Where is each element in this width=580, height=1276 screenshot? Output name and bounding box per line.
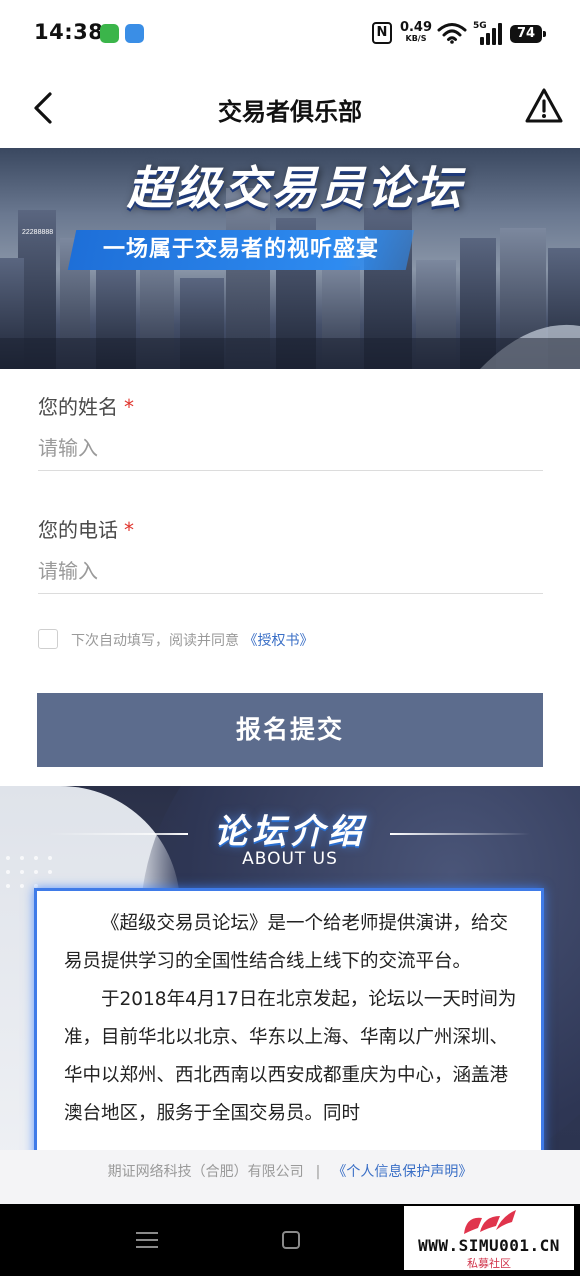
- authorization-link[interactable]: 《授权书》: [243, 633, 313, 649]
- warning-icon[interactable]: [524, 86, 564, 126]
- phone-input[interactable]: [38, 548, 543, 594]
- submit-button[interactable]: 报名提交: [37, 693, 543, 767]
- consent-checkbox[interactable]: [38, 629, 58, 649]
- messages-app-icon: [100, 24, 119, 43]
- name-input[interactable]: [38, 425, 543, 471]
- wifi-icon: [437, 23, 467, 44]
- about-paragraph: 于2018年4月17日在北京发起，论坛以一天时间为准，目前华北以北京、华东以上海…: [64, 989, 517, 1124]
- watermark-logo-icon: [464, 1210, 516, 1234]
- page-title: 交易者俱乐部: [218, 98, 362, 126]
- phone-label-text: 您的电话: [38, 518, 118, 542]
- registration-form: 您的姓名* 您的电话* 下次自动填写，阅读并同意 《授权书》 报名提交: [0, 369, 580, 786]
- consent-text: 下次自动填写，阅读并同意 《授权书》: [71, 630, 313, 650]
- network-speed: 0.49 KB/S: [399, 21, 433, 44]
- watermark-label: 私募社区: [467, 1257, 511, 1270]
- banner-subtitle: 一场属于交易者的视听盛宴: [102, 237, 379, 262]
- watermark: WWW.SIMU001.CN 私募社区: [404, 1206, 574, 1270]
- banner-title: 超级交易员论坛: [127, 161, 463, 215]
- required-mark: *: [124, 518, 134, 542]
- banner-subtitle-ribbon: 一场属于交易者的视听盛宴: [67, 230, 415, 270]
- nav-bar: 交易者俱乐部: [0, 68, 580, 148]
- building-sign: 22288888: [22, 229, 53, 236]
- footer: 期证网络科技（合肥）有限公司 | 《个人信息保护声明》: [0, 1150, 580, 1204]
- privacy-link[interactable]: 《个人信息保护声明》: [332, 1164, 472, 1180]
- name-label-text: 您的姓名: [38, 395, 118, 419]
- about-subtitle: ABOUT US: [242, 849, 338, 869]
- footer-separator: |: [315, 1164, 321, 1180]
- status-time: 14:38: [34, 20, 104, 44]
- home-icon[interactable]: [282, 1231, 300, 1249]
- hero-banner: 22288888 超级交易员论坛 一场属于交易者的视听盛宴: [0, 148, 580, 369]
- network-speed-value: 0.49: [399, 20, 433, 35]
- watermark-url: WWW.SIMU001.CN: [418, 1236, 560, 1255]
- about-section: 论坛介绍 ABOUT US 《超级交易员论坛》是一个给老师提供演讲，给交易员提供…: [0, 786, 580, 1150]
- required-mark: *: [124, 395, 134, 419]
- menu-icon[interactable]: [136, 1232, 158, 1250]
- consent-label: 下次自动填写，阅读并同意: [71, 633, 239, 649]
- about-card: 《超级交易员论坛》是一个给老师提供演讲，给交易员提供学习的全国性结合线上线下的交…: [34, 888, 544, 1150]
- phone-field-label: 您的电话 *: [38, 514, 134, 543]
- weather-app-icon: [125, 24, 144, 43]
- signal-icon: 5G: [473, 21, 503, 45]
- network-type: 5G: [473, 21, 487, 31]
- status-bar: 14:38 N 0.49 KB/S 5G 74: [0, 0, 580, 68]
- network-speed-unit: KB/S: [405, 34, 427, 43]
- name-field-label: 您的姓名 *: [38, 391, 134, 420]
- company-name: 期证网络科技（合肥）有限公司: [107, 1164, 304, 1180]
- about-title: 论坛介绍: [214, 812, 366, 852]
- battery-icon: 74: [510, 25, 546, 43]
- nfc-icon: N: [372, 22, 392, 44]
- about-paragraph: 《超级交易员论坛》是一个给老师提供演讲，给交易员提供学习的全国性结合线上线下的交…: [64, 913, 509, 972]
